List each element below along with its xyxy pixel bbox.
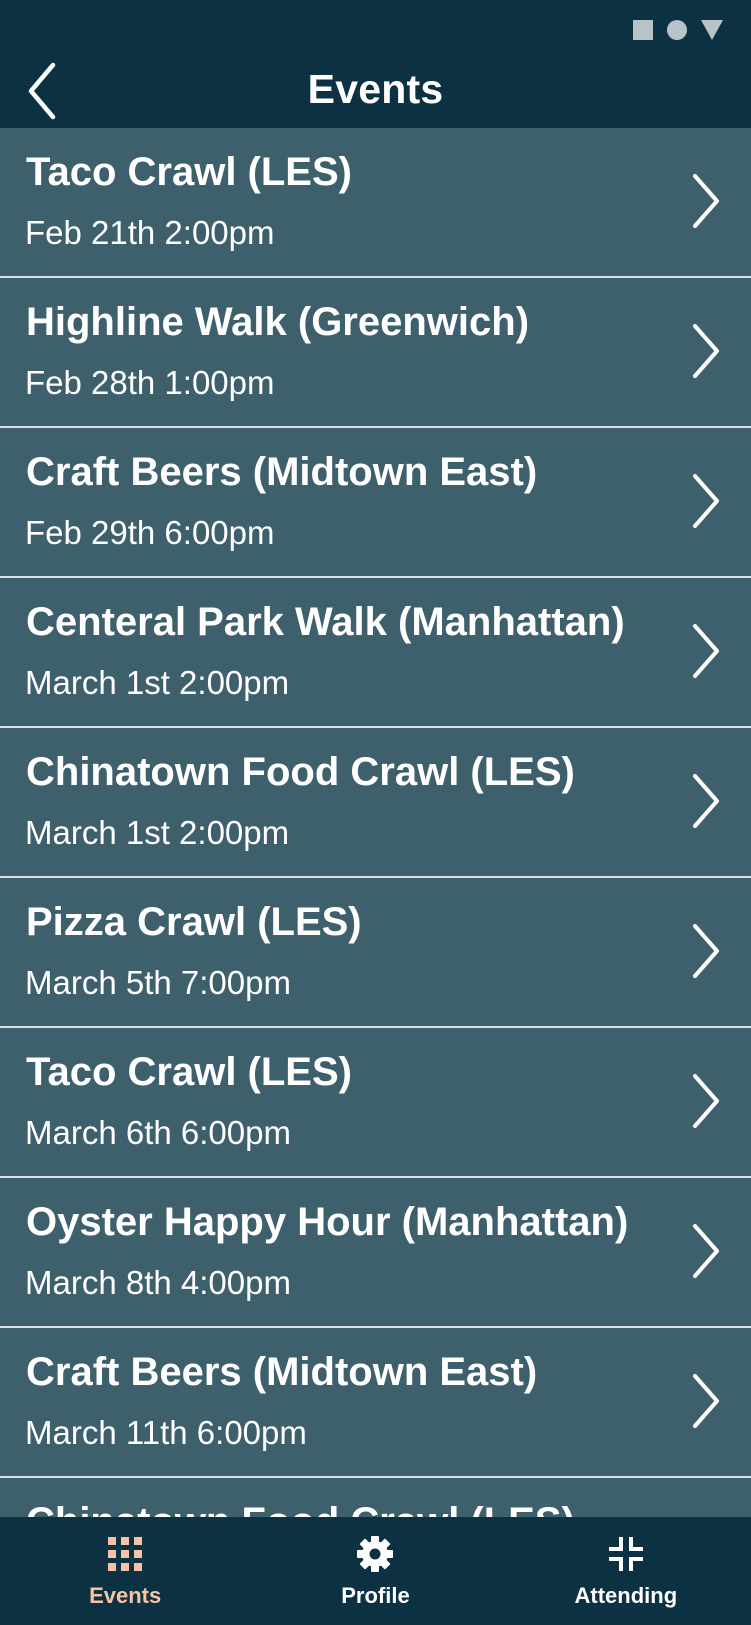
- event-title: Centeral Park Walk (Manhattan): [26, 600, 625, 644]
- event-row[interactable]: Highline Walk (Greenwich) Feb 28th 1:00p…: [0, 278, 751, 428]
- event-title: Taco Crawl (LES): [26, 150, 352, 194]
- grid-icon: [106, 1535, 144, 1573]
- event-date: Feb 28th 1:00pm: [25, 364, 275, 401]
- chevron-right-icon: [693, 174, 719, 228]
- chevron-right-icon: [693, 924, 719, 978]
- event-date: March 1st 2:00pm: [25, 814, 290, 851]
- event-row[interactable]: Oyster Happy Hour (Manhattan) March 8th …: [0, 1178, 751, 1328]
- event-title: Highline Walk (Greenwich): [26, 300, 530, 344]
- event-title: Chinatown Food Crawl (LES): [26, 1500, 575, 1517]
- signal-icon: [701, 20, 723, 40]
- event-row[interactable]: Centeral Park Walk (Manhattan) March 1st…: [0, 578, 751, 728]
- status-icons: [633, 20, 723, 40]
- chevron-right-icon: [693, 474, 719, 528]
- chevron-right-icon: [693, 774, 719, 828]
- nav-label-profile: Profile: [341, 1583, 410, 1608]
- event-row[interactable]: Craft Beers (Midtown East) March 11th 6:…: [0, 1328, 751, 1478]
- chevron-right-icon: [693, 1374, 719, 1428]
- event-list[interactable]: Taco Crawl (LES) Feb 21th 2:00pm Highlin…: [0, 128, 751, 1517]
- record-icon: [667, 20, 687, 40]
- event-date: Feb 21th 2:00pm: [25, 214, 275, 251]
- event-row[interactable]: Taco Crawl (LES) Feb 21th 2:00pm: [0, 128, 751, 278]
- event-row[interactable]: Craft Beers (Midtown East) Feb 29th 6:00…: [0, 428, 751, 578]
- nav-label-events: Events: [89, 1583, 162, 1608]
- event-row[interactable]: Chinatown Food Crawl (LES): [0, 1478, 751, 1517]
- app-header: Events: [0, 56, 751, 128]
- event-date: Feb 29th 6:00pm: [25, 514, 275, 551]
- event-date: March 6th 6:00pm: [25, 1114, 291, 1151]
- page-title: Events: [307, 66, 444, 112]
- stop-icon: [633, 20, 653, 40]
- event-date: March 5th 7:00pm: [25, 964, 291, 1001]
- event-date: March 8th 4:00pm: [25, 1264, 291, 1301]
- gear-icon: [356, 1535, 394, 1573]
- event-title: Craft Beers (Midtown East): [26, 1350, 538, 1394]
- collapse-icon: [607, 1535, 645, 1573]
- chevron-right-icon: [693, 1074, 719, 1128]
- event-title: Craft Beers (Midtown East): [26, 450, 538, 494]
- status-bar: [0, 0, 751, 56]
- event-date: March 1st 2:00pm: [25, 664, 290, 701]
- event-row[interactable]: Chinatown Food Crawl (LES) March 1st 2:0…: [0, 728, 751, 878]
- event-row[interactable]: Pizza Crawl (LES) March 5th 7:00pm: [0, 878, 751, 1028]
- chevron-right-icon: [693, 324, 719, 378]
- event-title: Oyster Happy Hour (Manhattan): [26, 1200, 629, 1244]
- nav-tab-events[interactable]: Events: [0, 1517, 250, 1625]
- chevron-right-icon: [693, 624, 719, 678]
- event-title: Pizza Crawl (LES): [26, 900, 362, 944]
- event-row[interactable]: Taco Crawl (LES) March 6th 6:00pm: [0, 1028, 751, 1178]
- chevron-right-icon: [693, 1224, 719, 1278]
- event-date: March 11th 6:00pm: [25, 1414, 307, 1451]
- nav-tab-profile[interactable]: Profile: [250, 1517, 500, 1625]
- bottom-navigation: Events Profile Attending: [0, 1517, 751, 1625]
- event-title: Chinatown Food Crawl (LES): [26, 750, 575, 794]
- nav-tab-attending[interactable]: Attending: [501, 1517, 751, 1625]
- event-title: Taco Crawl (LES): [26, 1050, 352, 1094]
- app-screen: Events Taco Crawl (LES) Feb 21th 2:00pm …: [0, 0, 751, 1625]
- nav-label-attending: Attending: [574, 1583, 678, 1608]
